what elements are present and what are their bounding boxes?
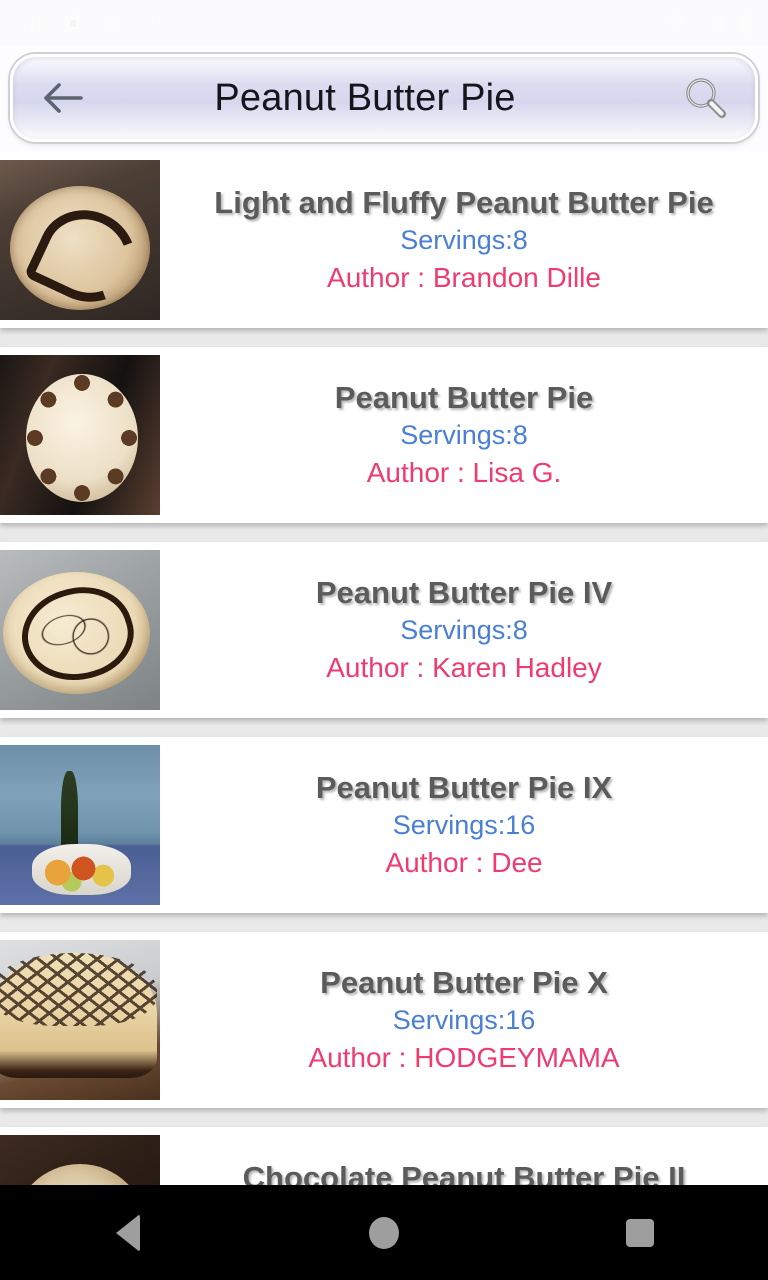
back-arrow-icon[interactable] (39, 74, 87, 122)
recipe-info: Peanut Butter Pie X Servings:16 Author :… (160, 932, 768, 1108)
status-bar (0, 0, 768, 46)
recipe-thumbnail (0, 550, 160, 710)
recipe-results-list[interactable]: Light and Fluffy Peanut Butter Pie Servi… (0, 152, 768, 1185)
recipe-thumbnail (0, 355, 160, 515)
recipe-author: Author : Brandon Dille (327, 261, 601, 293)
recipe-title: Light and Fluffy Peanut Butter Pie (214, 184, 714, 220)
recipe-thumbnail (0, 160, 160, 320)
recipe-author: Author : Dee (385, 846, 543, 878)
wifi-icon (661, 14, 685, 31)
search-bar[interactable]: Peanut Butter Pie (10, 54, 758, 142)
recipe-servings: Servings:8 (400, 420, 528, 451)
recipe-servings: Servings:8 (400, 225, 528, 256)
battery-icon (738, 12, 752, 34)
cellular-signal-icon (702, 15, 722, 31)
nav-home-icon[interactable] (329, 1185, 439, 1280)
recipe-author: Author : HODGEYMAMA (308, 1041, 620, 1073)
recipe-title: Peanut Butter Pie X (320, 964, 608, 1000)
battery-saver-icon (105, 12, 119, 34)
search-query-text[interactable]: Peanut Butter Pie (87, 77, 677, 120)
recipe-thumbnail (0, 1135, 160, 1185)
recipe-author: Author : Lisa G. (366, 456, 562, 488)
recipe-servings: Servings:16 (392, 1005, 536, 1036)
recipe-info: Light and Fluffy Peanut Butter Pie Servi… (160, 152, 768, 328)
nav-back-icon[interactable] (73, 1185, 183, 1280)
recipe-servings: Servings:16 (392, 810, 536, 841)
recipe-card[interactable]: Light and Fluffy Peanut Butter Pie Servi… (0, 152, 768, 328)
recipe-info: Peanut Butter Pie IX Servings:16 Author … (160, 737, 768, 913)
recipe-title: Peanut Butter Pie (334, 379, 594, 415)
recipe-author: Author : Karen Hadley (326, 651, 602, 683)
recipe-title: Peanut Butter Pie IX (315, 769, 613, 805)
sim-card-icon (65, 13, 81, 33)
recipe-thumbnail (0, 940, 160, 1100)
recipe-info: Chocolate Peanut Butter Pie II Servings:… (160, 1127, 768, 1185)
search-bar-container: Peanut Butter Pie (0, 46, 768, 152)
status-bar-right-icons (660, 12, 752, 34)
recipe-card[interactable]: Peanut Butter Pie IX Servings:16 Author … (0, 737, 768, 913)
nav-recents-icon[interactable] (585, 1185, 695, 1280)
recipe-card[interactable]: Peanut Butter Pie Servings:8 Author : Li… (0, 347, 768, 523)
recipe-servings: Servings:8 (400, 615, 528, 646)
recipe-card[interactable]: Peanut Butter Pie X Servings:16 Author :… (0, 932, 768, 1108)
signal-bars-icon (16, 14, 41, 33)
recipe-title: Peanut Butter Pie IV (315, 574, 613, 610)
recipe-thumbnail (0, 745, 160, 905)
recipe-info: Peanut Butter Pie IV Servings:8 Author :… (160, 542, 768, 718)
alarm-icon (142, 13, 164, 34)
recipe-card[interactable]: Peanut Butter Pie IV Servings:8 Author :… (0, 542, 768, 718)
magnifier-icon[interactable] (677, 70, 733, 126)
recipe-title: Chocolate Peanut Butter Pie II (242, 1159, 686, 1185)
recipe-card[interactable]: Chocolate Peanut Butter Pie II Servings:… (0, 1127, 768, 1185)
status-bar-left-icons (16, 12, 164, 34)
android-navigation-bar (0, 1185, 768, 1280)
recipe-info: Peanut Butter Pie Servings:8 Author : Li… (160, 347, 768, 523)
